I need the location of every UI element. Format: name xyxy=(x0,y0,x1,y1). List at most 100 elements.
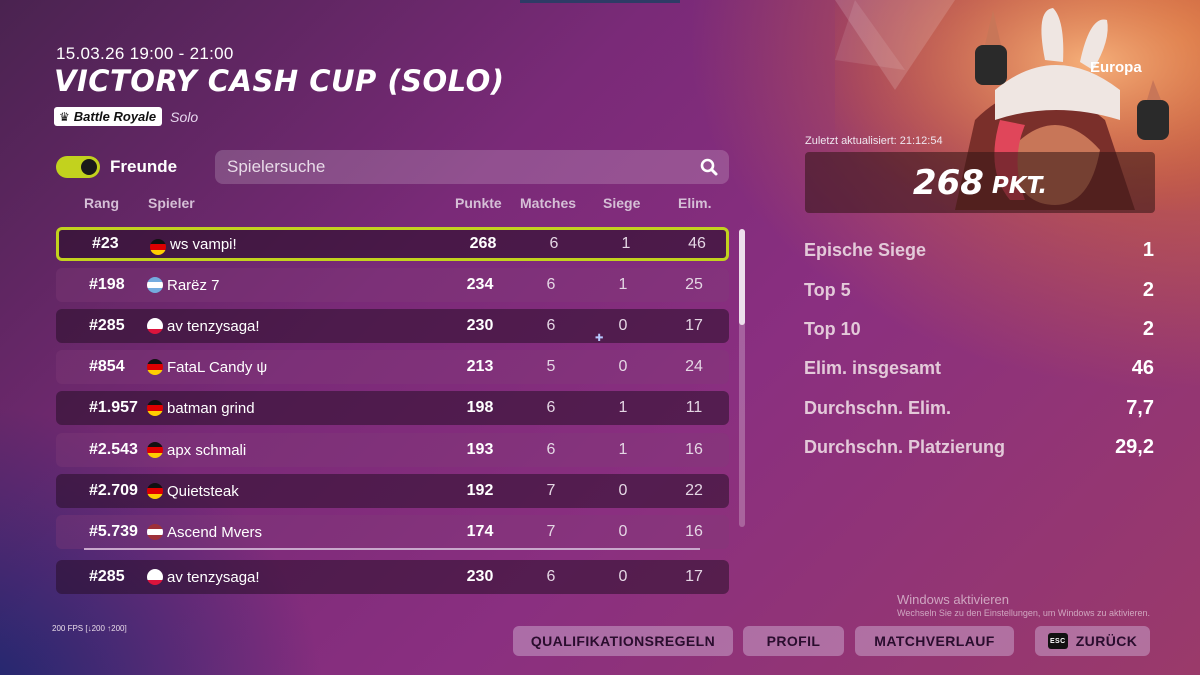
match-history-button[interactable]: MATCHVERLAUF xyxy=(855,626,1014,656)
table-row[interactable]: #285 av tenzysaga! 230 6 0 17 xyxy=(56,309,729,343)
points-cell: 268 xyxy=(469,235,497,252)
points-unit: PKT. xyxy=(991,172,1048,199)
column-header-matches: Matches xyxy=(520,195,577,211)
elims-cell: 16 xyxy=(685,523,703,540)
qualification-rules-label: QUALIFIKATIONSREGELN xyxy=(530,633,716,649)
stat-label: Durchschn. Platzierung xyxy=(804,437,1006,457)
rank-cell: #2.543 xyxy=(89,441,138,458)
stat-value: 7,7 xyxy=(1126,397,1154,419)
crown-icon: ♛ xyxy=(59,109,70,124)
back-label: ZURÜCK xyxy=(1075,633,1138,649)
rank-cell: #285 xyxy=(89,317,125,334)
country-flag-icon xyxy=(147,524,163,540)
toggle-knob xyxy=(81,159,97,175)
points-cell: 174 xyxy=(466,523,494,540)
player-search-input[interactable] xyxy=(227,157,699,177)
player-name-cell: Ascend Mvers xyxy=(167,523,263,541)
scrollbar-thumb[interactable] xyxy=(739,229,745,325)
rank-cell: #2.709 xyxy=(89,482,138,499)
elims-cell: 11 xyxy=(685,399,703,416)
table-row-pinned[interactable]: #285 av tenzysaga! 230 6 0 17 xyxy=(56,560,729,594)
elims-cell: 46 xyxy=(688,235,706,252)
points-cell: 192 xyxy=(466,482,494,499)
points-cell: 234 xyxy=(466,276,494,293)
points-cell: 213 xyxy=(466,358,494,375)
player-name-cell: ws vampi! xyxy=(170,235,237,253)
stat-label: Top 5 xyxy=(804,280,851,300)
player-name-cell: Rarëz 7 xyxy=(167,276,220,294)
stat-value: 29,2 xyxy=(1115,436,1154,458)
stat-row-avg-elims: Durchschn. Elim. 7,7 xyxy=(804,397,1154,420)
points-box: 268 PKT. xyxy=(805,152,1155,213)
leaderboard-scrollbar[interactable] xyxy=(739,229,745,527)
stat-row-top10: Top 10 2 xyxy=(804,318,1154,341)
column-header-elims: Elim. xyxy=(678,195,712,211)
matches-cell: 7 xyxy=(546,482,556,499)
event-title: VICTORY CASH CUP (SOLO) xyxy=(54,64,505,98)
cursor-crosshair-icon: ✚ xyxy=(595,333,604,344)
friends-toggle[interactable]: Freunde xyxy=(56,156,177,178)
player-search-box[interactable] xyxy=(215,150,729,184)
country-flag-icon xyxy=(147,318,163,334)
elims-cell: 22 xyxy=(685,482,703,499)
table-row-current-player[interactable]: #23 ws vampi! 268 6 1 46 xyxy=(56,227,729,261)
wins-cell: 0 xyxy=(618,482,628,499)
wins-cell: 1 xyxy=(618,276,628,293)
wins-cell: 0 xyxy=(618,523,628,540)
elims-cell: 24 xyxy=(685,358,703,375)
stat-value: 1 xyxy=(1142,239,1154,261)
table-row[interactable]: #5.739 Ascend Mvers 174 7 0 16 xyxy=(56,515,729,549)
table-row[interactable]: #198 Rarëz 7 234 6 1 25 xyxy=(56,268,729,302)
matches-cell: 7 xyxy=(546,523,556,540)
country-flag-icon xyxy=(147,277,163,293)
rank-cell: #23 xyxy=(92,235,119,252)
rank-cell: #1.957 xyxy=(89,399,138,416)
player-name-cell: av tenzysaga! xyxy=(167,317,260,335)
stat-label: Epische Siege xyxy=(804,240,927,260)
region-label: Europa xyxy=(1090,59,1142,76)
country-flag-icon xyxy=(147,442,163,458)
wins-cell: 0 xyxy=(618,358,628,375)
stat-label: Elim. insgesamt xyxy=(804,358,942,378)
profile-label: PROFIL xyxy=(766,633,821,649)
rank-cell: #854 xyxy=(89,358,125,375)
windows-activate-subtitle: Wechseln Sie zu den Einstellungen, um Wi… xyxy=(897,608,1150,618)
table-row[interactable]: #854 FataL Candy ψ 213 5 0 24 xyxy=(56,350,729,384)
top-bar-indicator xyxy=(520,0,680,3)
wins-cell: 1 xyxy=(618,399,628,416)
wins-cell: 0 xyxy=(618,317,628,334)
back-button[interactable]: ESC ZURÜCK xyxy=(1035,626,1150,656)
elims-cell: 17 xyxy=(685,568,703,585)
country-flag-icon xyxy=(147,483,163,499)
matches-cell: 6 xyxy=(546,399,556,416)
wins-cell: 1 xyxy=(618,441,628,458)
search-icon[interactable] xyxy=(699,157,719,177)
player-name-cell: batman grind xyxy=(167,399,255,417)
last-updated: Zuletzt aktualisiert: 21:12:54 xyxy=(805,135,943,147)
points-cell: 230 xyxy=(466,317,494,334)
friends-toggle-switch[interactable] xyxy=(56,156,100,178)
stat-value: 46 xyxy=(1131,357,1154,379)
column-header-wins: Siege xyxy=(603,195,641,211)
points-cell: 198 xyxy=(466,399,494,416)
matches-cell: 6 xyxy=(546,568,556,585)
stat-row-avg-placement: Durchschn. Platzierung 29,2 xyxy=(804,436,1154,459)
column-header-rank: Rang xyxy=(84,195,119,211)
qualification-rules-button[interactable]: QUALIFIKATIONSREGELN xyxy=(513,626,733,656)
rank-cell: #5.739 xyxy=(89,523,138,540)
country-flag-icon xyxy=(147,569,163,585)
table-row[interactable]: #1.957 batman grind 198 6 1 11 xyxy=(56,391,729,425)
esc-key-icon: ESC xyxy=(1047,633,1068,649)
table-row[interactable]: #2.543 apx schmali 193 6 1 16 xyxy=(56,433,729,467)
event-datetime: 15.03.26 19:00 - 21:00 xyxy=(56,44,234,63)
country-flag-icon xyxy=(147,400,163,416)
stat-row-total-elims: Elim. insgesamt 46 xyxy=(804,357,1154,380)
player-name-cell: apx schmali xyxy=(167,441,247,459)
wins-cell: 1 xyxy=(621,235,631,252)
matches-cell: 5 xyxy=(546,358,556,375)
mode-row: ♛ Battle Royale Solo xyxy=(54,107,198,126)
country-flag-icon xyxy=(150,239,166,255)
player-name-cell: FataL Candy ψ xyxy=(167,358,268,376)
table-row[interactable]: #2.709 Quietsteak 192 7 0 22 xyxy=(56,474,729,508)
profile-button[interactable]: PROFIL xyxy=(743,626,844,656)
